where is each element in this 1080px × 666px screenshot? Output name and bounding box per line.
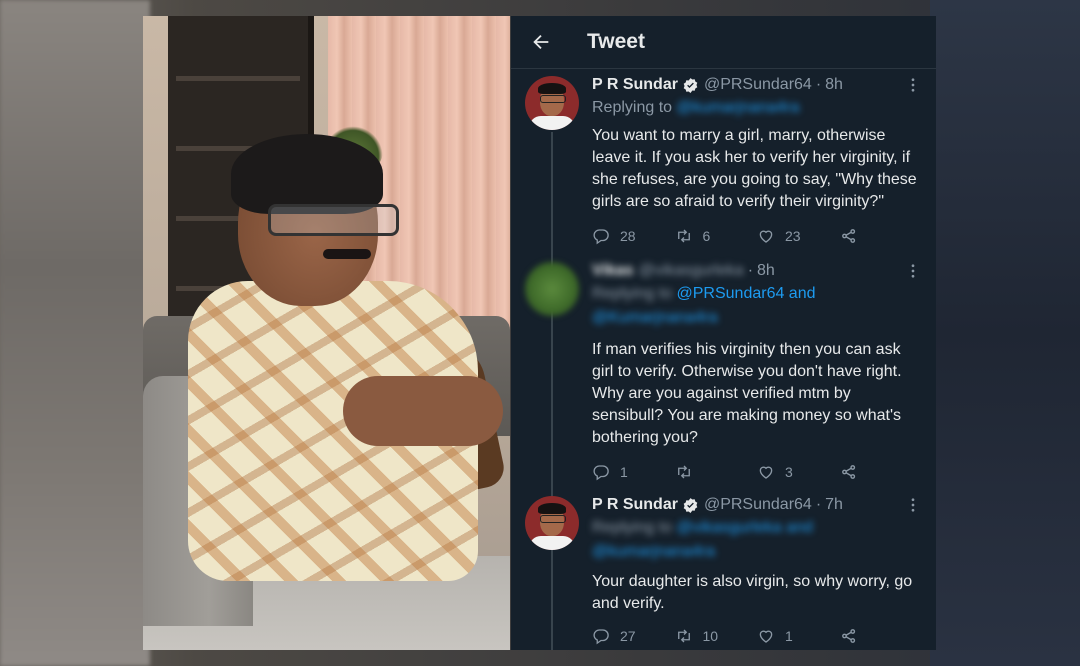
reply-icon (593, 465, 609, 481)
timestamp[interactable]: 8h (757, 262, 775, 280)
replying-to: Replying to @vikasgurleka and (592, 519, 813, 536)
share-icon (841, 629, 855, 643)
thread-line (551, 132, 553, 650)
reply-icon (593, 229, 609, 245)
replying-to-second: @Kumarjnana4ra (592, 309, 718, 326)
more-options-icon[interactable] (904, 496, 922, 514)
author-handle[interactable]: @PRSundar64 (704, 496, 812, 514)
background-right (930, 0, 1080, 666)
tweet-text: You want to marry a girl, marry, otherwi… (592, 127, 917, 210)
replying-to: Replying to @PRSundar64 and (592, 285, 816, 302)
heart-icon (759, 466, 773, 479)
tweet-text: Your daughter is also virgin, so why wor… (592, 573, 913, 612)
replying-to-handle[interactable]: @PRSundar64 and (677, 285, 816, 302)
twitter-thread-panel: Tweet P R Sundar @PRSundar64 · 8h Replyi… (511, 16, 936, 650)
avatar[interactable] (525, 76, 579, 130)
verified-badge-icon (683, 77, 698, 93)
author-handle[interactable]: @vikasgurleka (639, 262, 744, 280)
page-title: Tweet (587, 30, 645, 53)
avatar[interactable] (525, 262, 579, 316)
replying-to-handle[interactable]: @vikasgurleka and (677, 519, 813, 536)
author-name[interactable]: Vikas (592, 262, 634, 280)
back-arrow-icon[interactable] (528, 29, 554, 55)
like-button[interactable]: 1 (757, 627, 840, 645)
timestamp[interactable]: 8h (825, 76, 843, 94)
tweet-text: If man verifies his virginity then you c… (592, 341, 902, 446)
replying-to: Replying to @kumarjnana4ra (592, 99, 800, 116)
share-icon (841, 229, 855, 243)
tweet-actions: 28 6 23 (592, 227, 922, 245)
replying-to-second: @kumarjnana4ra (592, 543, 715, 560)
like-button[interactable]: 3 (757, 463, 840, 481)
like-button[interactable]: 23 (757, 227, 840, 245)
retweet-icon (677, 465, 690, 479)
share-icon (841, 465, 855, 479)
timestamp[interactable]: 7h (825, 496, 843, 514)
share-button[interactable] (840, 463, 923, 481)
heart-icon (759, 230, 773, 243)
retweet-button[interactable] (675, 463, 758, 481)
retweet-button[interactable]: 6 (675, 227, 758, 245)
more-options-icon[interactable] (904, 262, 922, 280)
share-button[interactable] (840, 227, 923, 245)
reply-button[interactable]: 1 (592, 463, 675, 481)
tweet-actions: 27 10 1 (592, 627, 922, 645)
retweet-icon (677, 629, 690, 643)
tweet-actions: 1 3 (592, 463, 922, 481)
share-button[interactable] (840, 627, 923, 645)
reply-button[interactable]: 27 (592, 627, 675, 645)
verified-badge-icon (683, 497, 698, 513)
person-photo (143, 16, 510, 650)
retweet-icon (677, 229, 690, 243)
avatar[interactable] (525, 496, 579, 550)
replying-to-handle[interactable]: @kumarjnana4ra (677, 99, 800, 116)
heart-icon (759, 630, 773, 643)
author-handle[interactable]: @PRSundar64 (704, 76, 812, 94)
reply-icon (593, 629, 609, 645)
background-left (0, 0, 150, 666)
header: Tweet (511, 16, 936, 69)
retweet-button[interactable]: 10 (675, 627, 758, 645)
author-name[interactable]: P R Sundar (592, 496, 678, 514)
author-name[interactable]: P R Sundar (592, 76, 678, 94)
more-options-icon[interactable] (904, 76, 922, 94)
reply-button[interactable]: 28 (592, 227, 675, 245)
